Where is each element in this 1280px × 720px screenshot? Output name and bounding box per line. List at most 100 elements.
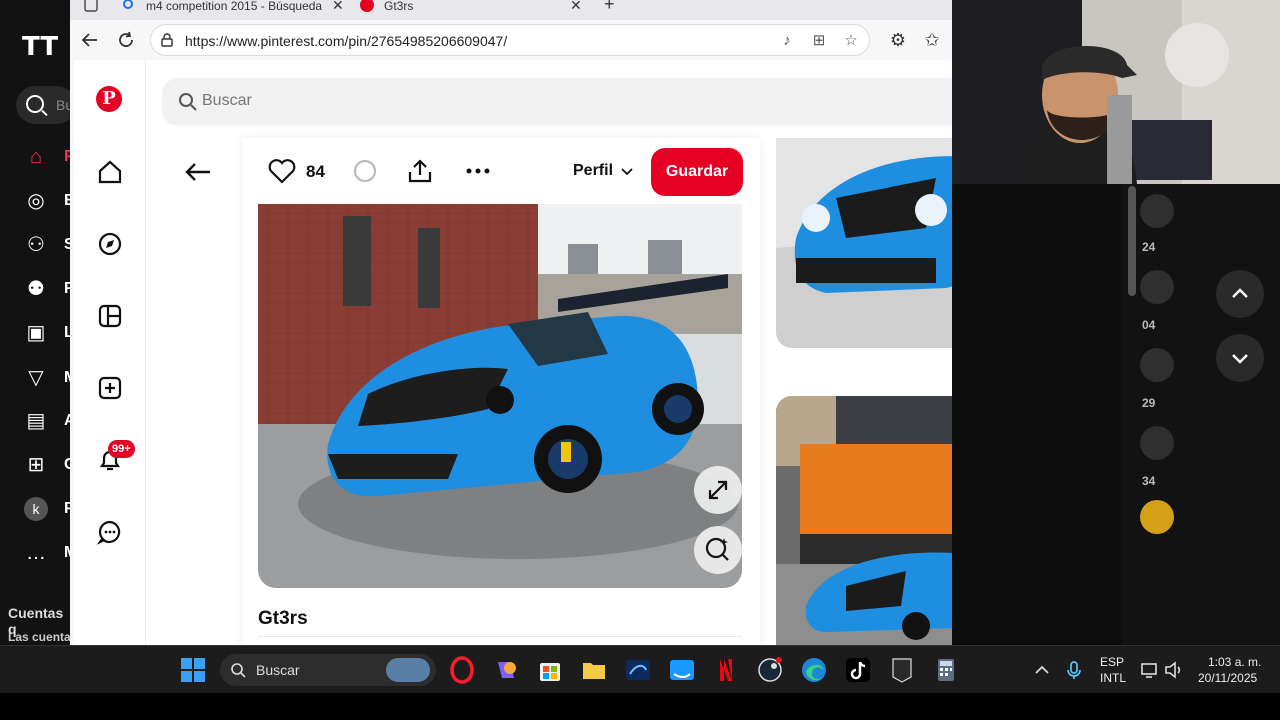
tiktok-video-actions: 24 04 29 34 [1122, 184, 1280, 645]
steam-icon[interactable] [754, 654, 786, 686]
copilot-icon[interactable] [490, 654, 522, 686]
car-photo [258, 204, 742, 588]
profile-dropdown[interactable]: Perfil [573, 162, 613, 180]
home-icon: ⌂ [29, 146, 43, 168]
chevron-up-icon[interactable] [1030, 658, 1054, 682]
epic-games-icon[interactable] [886, 654, 918, 686]
tiktok-nav-mas[interactable]: …M [24, 541, 77, 565]
store-icon[interactable] [534, 654, 566, 686]
webcam-overlay [952, 0, 1280, 184]
tab-actions-icon[interactable] [84, 0, 104, 16]
windows-start-icon[interactable] [180, 657, 206, 683]
tiktok-nav-para-ti[interactable]: ⌂Pa [24, 145, 84, 169]
tiktok-nav-actividad[interactable]: ▤A [24, 409, 76, 433]
pin-closeup: 84 Perfil Guardar Gt3rs [242, 138, 760, 645]
favorite-star-icon[interactable]: ☆ [841, 31, 861, 51]
create-icon[interactable] [96, 374, 124, 402]
refresh-icon[interactable] [114, 28, 138, 52]
clock-date[interactable]: 20/11/2025 [1198, 671, 1257, 685]
heart-icon[interactable] [268, 158, 296, 184]
netflix-icon[interactable] [710, 654, 742, 686]
comment-icon[interactable] [1140, 270, 1174, 304]
tiktok-nav-cargar[interactable]: ⊞C [24, 453, 76, 477]
bookmark-count: 29 [1142, 396, 1156, 410]
compass-icon: ◎ [27, 190, 45, 212]
bookmark-icon[interactable] [1140, 348, 1174, 382]
share-icon[interactable] [406, 158, 434, 184]
back-icon[interactable] [78, 28, 102, 52]
taskbar-search-placeholder: Buscar [256, 662, 300, 678]
close-icon[interactable]: ✕ [332, 0, 344, 14]
tiktok-nav-mensajes[interactable]: ▽M [24, 366, 77, 390]
extensions-icon[interactable]: ⚙ [886, 28, 910, 52]
address-bar: https://www.pinterest.com/pin/2765498520… [70, 20, 952, 60]
back-arrow-icon[interactable] [182, 156, 214, 188]
chevron-down-icon[interactable] [1216, 334, 1264, 382]
volume-icon[interactable] [1162, 658, 1186, 682]
pin-image[interactable] [258, 204, 742, 588]
microphone-icon[interactable] [1062, 658, 1086, 682]
new-tab-icon[interactable]: + [604, 0, 624, 16]
taskbar: Buscar ESP INTL 1:03 a. m. 20/11/2025 [0, 645, 1280, 693]
clock-time[interactable]: 1:03 a. m. [1208, 655, 1261, 669]
search-icon [123, 0, 133, 9]
search-icon [26, 95, 44, 113]
url-field[interactable]: https://www.pinterest.com/pin/2765498520… [150, 24, 870, 56]
tiktok-nav-explorar[interactable]: ◎E [24, 189, 74, 213]
tiktok-sidebar: TT Bu ⌂Pa ◎E ⚇S ⚉F ▣L ▽M ▤A ⊞C kP …M Cue… [0, 0, 84, 645]
message-icon: ▤ [26, 410, 46, 432]
plus-square-icon: ⊞ [27, 454, 45, 476]
close-icon[interactable]: ✕ [570, 0, 582, 14]
comment-icon[interactable] [352, 158, 378, 184]
taskbar-search-input[interactable]: Buscar [220, 654, 436, 686]
send-icon: ▽ [28, 367, 44, 389]
save-button[interactable]: Guardar [651, 148, 743, 196]
search-placeholder: Buscar [202, 92, 252, 109]
url-text: https://www.pinterest.com/pin/2765498520… [185, 33, 508, 49]
share-icon[interactable] [1140, 426, 1174, 460]
pinterest-search-input[interactable]: Buscar [162, 78, 952, 126]
apps-icon[interactable]: ⊞ [809, 31, 829, 51]
related-pin-2[interactable] [776, 396, 952, 645]
file-explorer-icon[interactable] [578, 654, 610, 686]
favorites-icon[interactable]: ✩ [920, 28, 944, 52]
tiktok-nav-perfil[interactable]: kP [24, 497, 75, 521]
edge-icon[interactable] [798, 654, 830, 686]
expand-icon[interactable] [694, 466, 742, 514]
chevron-up-icon[interactable] [1216, 270, 1264, 318]
network-icon[interactable] [1138, 658, 1162, 682]
notification-badge: 99+ [108, 440, 135, 458]
tiktok-nav-amigos[interactable]: ⚉ F [24, 277, 74, 301]
tiktok-nav-live[interactable]: ▣ L [24, 321, 74, 345]
disney-plus-icon[interactable] [622, 654, 654, 686]
messages-icon[interactable] [96, 518, 124, 546]
visual-search-icon[interactable] [694, 526, 742, 574]
like-count: 24 [1142, 240, 1156, 254]
boards-icon[interactable] [96, 302, 124, 330]
notification-icon[interactable]: ♪ [777, 31, 797, 51]
comment-count: 04 [1142, 318, 1156, 332]
related-car-photo [776, 396, 952, 645]
calculator-icon[interactable] [930, 654, 962, 686]
search-highlight-icon [386, 658, 430, 682]
pinterest-logo[interactable]: P [96, 86, 122, 112]
prime-video-icon[interactable] [666, 654, 698, 686]
tab-title: m4 competition 2015 - Búsqueda [146, 0, 323, 13]
like-icon[interactable] [1140, 194, 1174, 228]
tab-busqueda[interactable]: m4 competition 2015 - Búsqueda ✕ [122, 0, 352, 16]
chevron-down-icon [621, 168, 633, 176]
webcam-video [952, 0, 1280, 184]
explore-icon[interactable] [96, 230, 124, 258]
opera-icon[interactable] [446, 654, 478, 686]
language-indicator[interactable]: ESP [1100, 655, 1124, 669]
creator-avatar[interactable] [1140, 500, 1174, 534]
home-icon[interactable] [96, 158, 124, 186]
keyboard-layout[interactable]: INTL [1100, 671, 1126, 685]
tiktok-nav-siguiendo[interactable]: ⚇S [24, 233, 75, 257]
related-pin-1[interactable] [776, 138, 952, 348]
more-icon[interactable] [464, 158, 492, 184]
scrollbar[interactable] [1128, 186, 1136, 296]
tiktok-icon[interactable] [842, 654, 874, 686]
tiktok-search-input[interactable]: Bu [16, 86, 76, 124]
tab-pinterest[interactable]: Gt3rs ✕ [360, 0, 590, 16]
